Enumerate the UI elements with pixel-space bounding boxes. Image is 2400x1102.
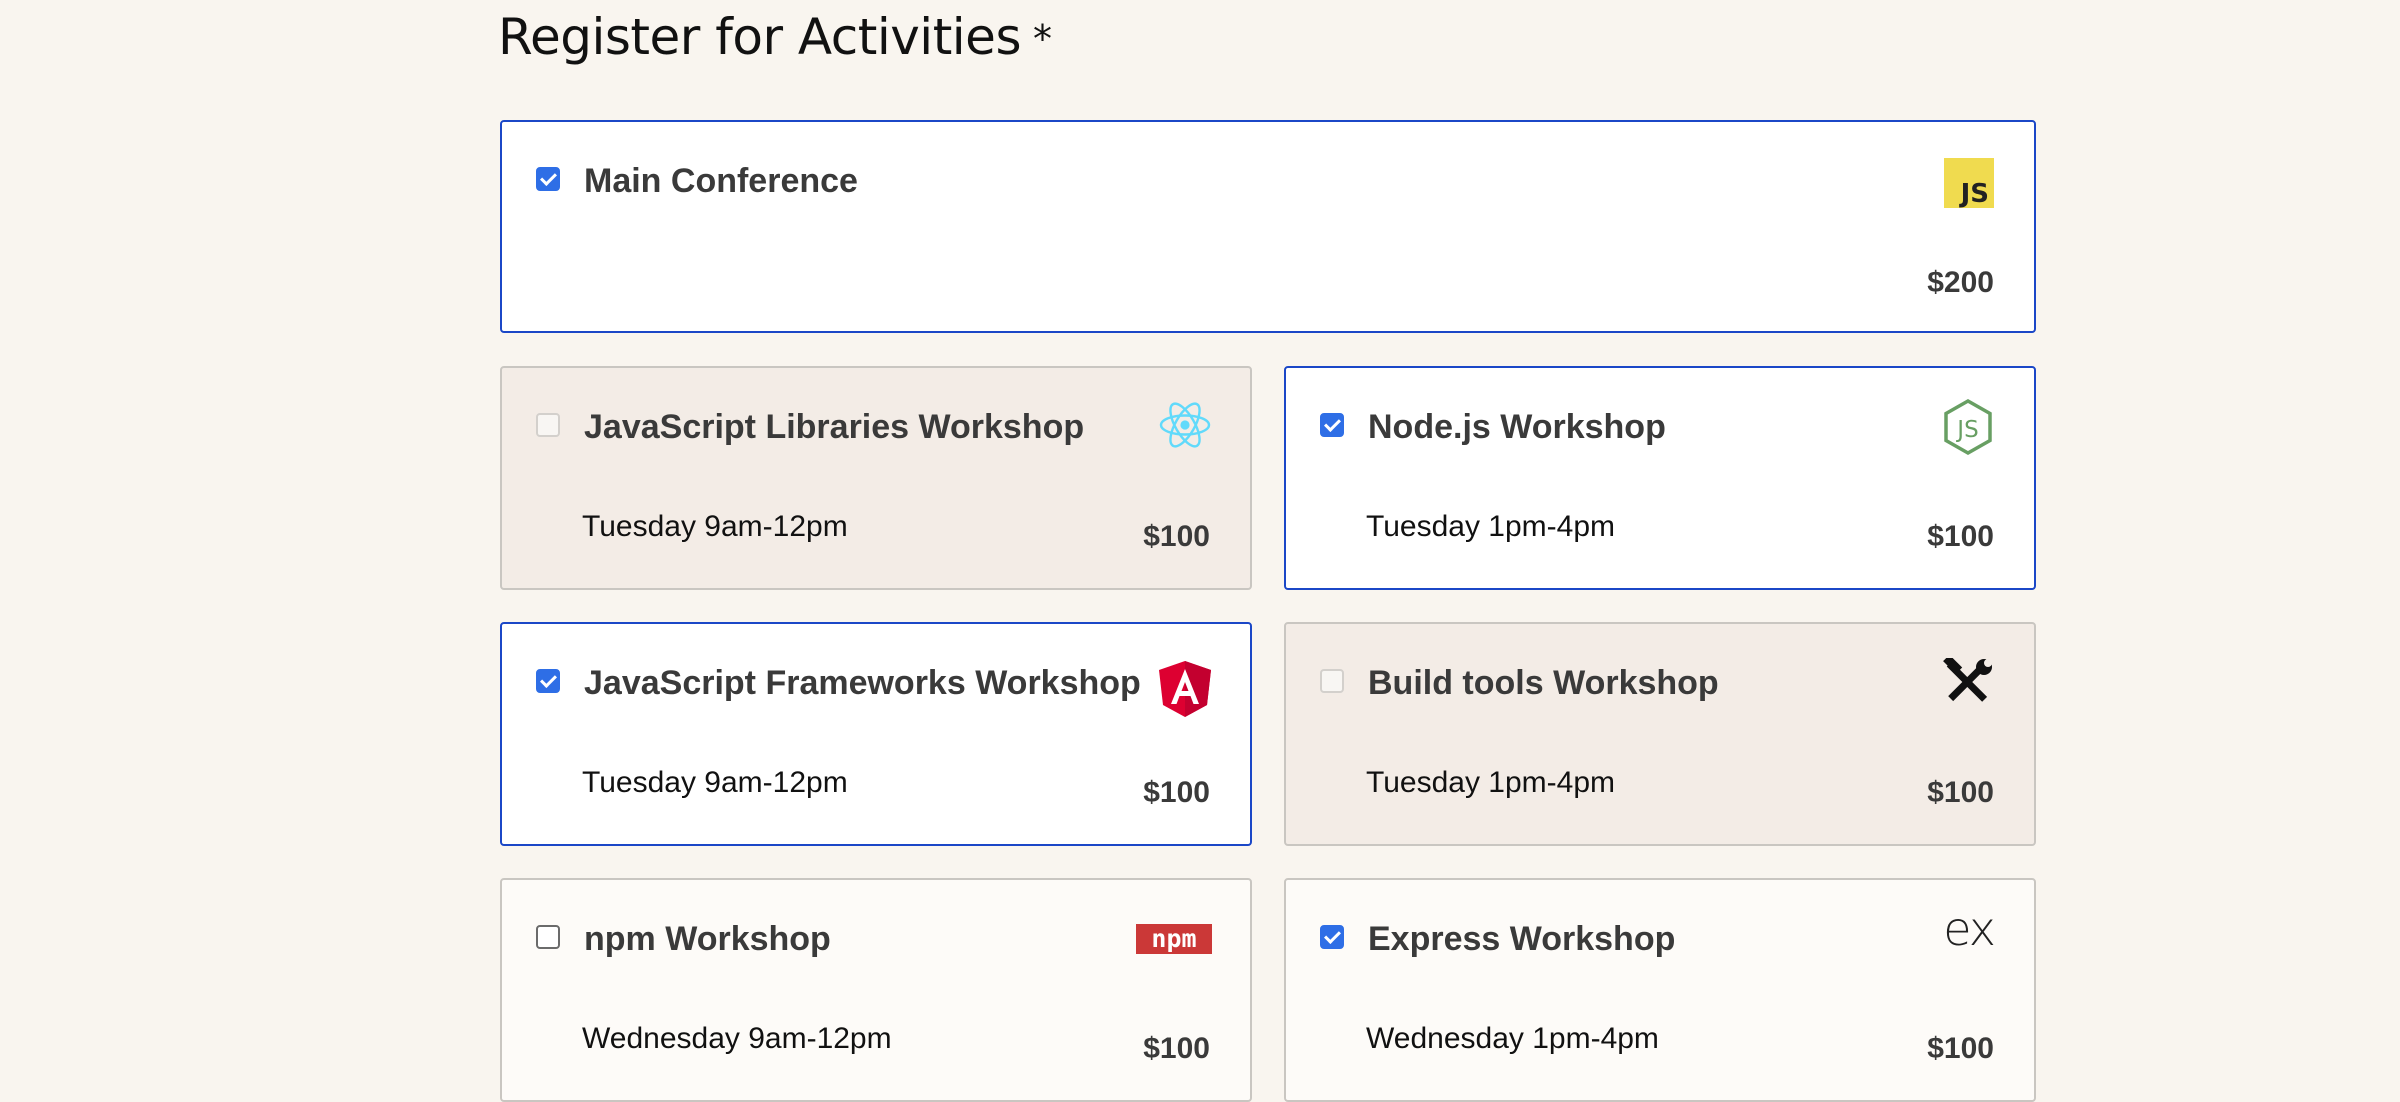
activity-card-build-tools[interactable]: Build tools Workshop Tuesday 1pm-4pm $10… [1284, 622, 2036, 846]
activity-card-nodejs[interactable]: Node.js Workshop JS Tuesday 1pm-4pm $100 [1284, 366, 2036, 590]
checkbox-javascript-libraries[interactable] [536, 413, 560, 437]
tools-icon [1942, 654, 1994, 713]
express-icon: ex [1943, 902, 1996, 956]
checkbox-express[interactable] [1320, 925, 1344, 949]
checkbox-javascript-frameworks[interactable] [536, 669, 560, 693]
activity-title: JavaScript Frameworks Workshop [584, 664, 1141, 702]
activity-card-javascript-libraries[interactable]: JavaScript Libraries Workshop Tuesday 9a… [500, 366, 1252, 590]
activity-price: $100 [1927, 520, 1994, 553]
npm-icon: npm [1136, 924, 1212, 959]
checkbox-npm[interactable] [536, 925, 560, 949]
activity-price: $100 [1143, 776, 1210, 809]
activity-card-express[interactable]: Express Workshop ex Wednesday 1pm-4pm $1… [1284, 878, 2036, 1102]
activity-price: $100 [1927, 776, 1994, 809]
page-title: Register for Activities * [498, 8, 1052, 66]
svg-text:JS: JS [1955, 417, 1978, 443]
activity-title: JavaScript Libraries Workshop [584, 408, 1085, 446]
activity-price: $100 [1143, 520, 1210, 553]
svg-text:npm: npm [1151, 924, 1196, 953]
activity-time: Wednesday 1pm-4pm [1366, 1022, 1659, 1055]
activity-time: Wednesday 9am-12pm [582, 1022, 892, 1055]
activity-card-main-conference[interactable]: Main Conference JS $200 [500, 120, 2036, 333]
activity-time: Tuesday 1pm-4pm [1366, 510, 1615, 543]
activity-time: Tuesday 9am-12pm [582, 766, 848, 799]
activity-time: Tuesday 9am-12pm [582, 510, 848, 543]
activity-price: $100 [1927, 1032, 1994, 1065]
activity-title: Express Workshop [1368, 920, 1676, 958]
activity-card-npm[interactable]: npm Workshop npm Wednesday 9am-12pm $100 [500, 878, 1252, 1102]
checkbox-build-tools[interactable] [1320, 669, 1344, 693]
activity-price: $100 [1143, 1032, 1210, 1065]
svg-text:JS: JS [1959, 179, 1989, 208]
page-title-text: Register for Activities [498, 8, 1022, 66]
react-icon [1158, 400, 1212, 455]
checkbox-main-conference[interactable] [536, 167, 560, 191]
activity-title: Node.js Workshop [1368, 408, 1666, 446]
required-marker: * [1033, 17, 1052, 61]
activity-price: $200 [1927, 266, 1994, 299]
activity-time: Tuesday 1pm-4pm [1366, 766, 1615, 799]
activity-title: Main Conference [584, 162, 858, 200]
checkbox-nodejs[interactable] [1320, 413, 1344, 437]
javascript-icon: JS [1944, 158, 1994, 213]
activity-card-javascript-frameworks[interactable]: JavaScript Frameworks Workshop Tuesday 9… [500, 622, 1252, 846]
nodejs-icon: JS [1942, 398, 1994, 461]
activity-title: npm Workshop [584, 920, 831, 958]
angular-icon [1158, 660, 1212, 723]
activity-title: Build tools Workshop [1368, 664, 1719, 702]
